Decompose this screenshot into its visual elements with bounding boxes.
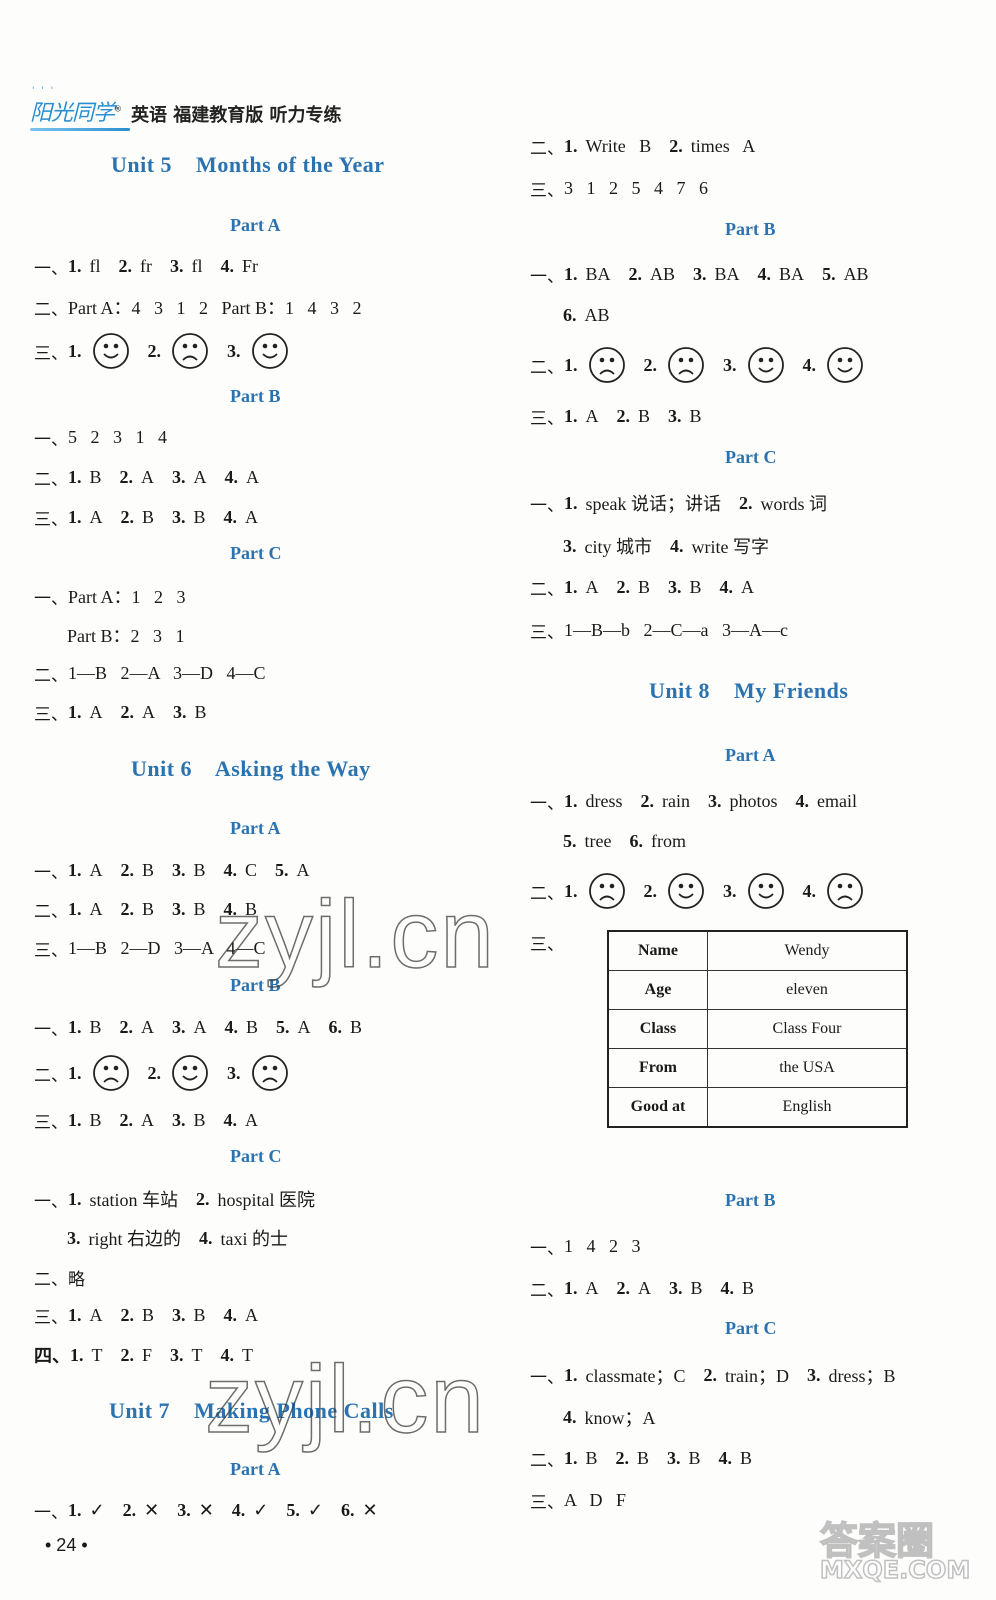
unit7-a-q2: 二、 1. Write B 2. times A — [530, 136, 756, 159]
unit6-a-q1: 一、 1. A 2. B 3. B 4. C 5. A — [34, 860, 310, 883]
happy-face-icon — [667, 872, 705, 910]
unit8-a-q1-line2: 5. tree 6. from — [563, 831, 686, 851]
unit5-b-q2: 二、 1. B 2. A 3. A 4. A — [34, 467, 260, 490]
unit7-b-q3: 三、 1. A 2. B 3. B — [530, 406, 702, 429]
sad-face-icon — [92, 1054, 130, 1092]
unit6-part-a-title: Part A — [230, 818, 281, 838]
unit7-b-q1-line2: 6. AB — [563, 305, 610, 325]
unit8-c-q2: 二、 1. B 2. B 3. B 4. B — [530, 1448, 753, 1471]
happy-face-icon — [747, 346, 785, 384]
unit8-a-q3-label: 三、 — [530, 935, 564, 955]
unit5-part-a-title: Part A — [230, 215, 281, 235]
sun-rays-icon: ' ' ' — [32, 86, 56, 96]
unit8-c-q3: 三、 A D F — [530, 1490, 627, 1513]
unit-7-title: Unit 7 Making Phone Calls — [109, 1398, 394, 1423]
unit-8-title: Unit 8 My Friends — [649, 678, 849, 703]
unit5-b-q3: 三、 1. A 2. B 3. B 4. A — [34, 507, 259, 530]
unit5-c-q3: 三、 1. A 2. A 3. B — [34, 702, 207, 725]
unit6-c-q4: 四、 1. T 2. F 3. T 4. T — [34, 1344, 254, 1368]
unit5-a-q2: 二、 Part A：4 3 1 2 Part B：1 4 3 2 — [34, 298, 362, 320]
unit7-c-q1-line2: 3. city 城市 4. write 写字 — [563, 535, 769, 558]
unit6-b-q2: 二、 1. 2. 3. — [34, 1054, 307, 1092]
unit8-a-q1: 一、 1. dress 2. rain 3. photos 4. email — [530, 791, 857, 814]
unit8-b-q1: 一、 1 4 2 3 — [530, 1236, 641, 1259]
book-title: 英语 福建教育版 听力专练 — [131, 105, 342, 126]
book-header: ' ' ' 阳光同学® 英语 福建教育版 听力专练 — [30, 86, 342, 131]
unit8-b-q2: 二、 1. A 2. A 3. B 4. B — [530, 1278, 755, 1301]
unit7-part-a-title: Part A — [230, 1459, 281, 1479]
unit8-c-q1-line2: 4. know；A — [563, 1406, 656, 1429]
unit8-part-b-title: Part B — [725, 1190, 776, 1210]
unit5-a-q3: 三、 1. 2. 3. — [34, 332, 307, 370]
watermark-corner: 答案圈 — [819, 1518, 935, 1564]
registered-mark-icon: ® — [114, 104, 122, 114]
happy-face-icon — [747, 872, 785, 910]
wave-icon — [30, 128, 130, 131]
unit6-c-q1: 一、 1. station 车站 2. hospital 医院 — [34, 1188, 315, 1212]
unit5-c-q1: 一、 Part A：1 2 3 — [34, 587, 186, 609]
unit8-c-q1: 一、 1. classmate；C 2. train；D 3. dress；B — [530, 1364, 896, 1388]
table-row: Age eleven — [607, 970, 908, 1010]
unit6-c-q2: 二、略 — [34, 1270, 85, 1290]
unit6-part-c-title: Part C — [230, 1146, 282, 1166]
unit5-c-q2: 二、 1—B 2—A 3—D 4—C — [34, 663, 266, 686]
unit5-c-q1-line2: Part B：2 3 1 — [67, 626, 185, 646]
table-row: Class Class Four — [607, 1009, 908, 1049]
unit8-a-q2: 二、 1. 2. 3. 4. — [530, 872, 882, 910]
page-number: • 24 • — [45, 1535, 88, 1555]
unit8-part-a-title: Part A — [725, 745, 776, 765]
unit7-b-q1: 一、 1. BA 2. AB 3. BA 4. BA 5. AB — [530, 264, 869, 287]
answer-key-page: ' ' ' 阳光同学® 英语 福建教育版 听力专练 Unit 5 Months … — [0, 0, 996, 1600]
publisher-logo: ' ' ' 阳光同学® — [30, 86, 130, 131]
unit5-a-q1: 一、 1. fl 2. fr 3. fl 4. Fr — [34, 256, 259, 279]
friend-info-table: Name Wendy Age eleven Class Class Four From… — [607, 930, 908, 1128]
table-row: From the USA — [607, 1048, 908, 1088]
unit7-a-q1: 一、 1. ✓ 2. ✕ 3. ✕ 4. ✓ 5. ✓ 6. ✕ — [34, 1500, 378, 1523]
unit5-part-b-title: Part B — [230, 386, 281, 406]
happy-face-icon — [251, 332, 289, 370]
watermark-corner-url: MXQE.COM — [819, 1555, 971, 1585]
unit6-part-b-title: Part B — [230, 975, 281, 995]
unit6-c-q1-line2: 3. right 右边的 4. taxi 的士 — [67, 1227, 288, 1250]
sad-face-icon — [588, 346, 626, 384]
table-row: Good at English — [607, 1087, 908, 1128]
unit7-part-b-title: Part B — [725, 219, 776, 239]
happy-face-icon — [826, 346, 864, 384]
table-row: Name Wendy — [607, 930, 908, 971]
unit7-c-q2: 二、 1. A 2. B 3. B 4. A — [530, 577, 755, 600]
unit7-b-q2: 二、 1. 2. 3. 4. — [530, 346, 882, 384]
unit6-a-q2: 二、 1. A 2. B 3. B 4. B — [34, 899, 258, 922]
unit7-c-q1: 一、 1. speak 说话；讲话 2. words 词 — [530, 492, 827, 516]
sad-face-icon — [251, 1054, 289, 1092]
unit7-c-q3: 三、 1—B—b 2—C—a 3—A—c — [530, 620, 788, 643]
unit6-b-q1: 一、 1. B 2. A 3. A 4. B 5. A 6. B — [34, 1017, 363, 1040]
happy-face-icon — [92, 332, 130, 370]
unit8-part-c-title: Part C — [725, 1318, 777, 1338]
sad-face-icon — [171, 332, 209, 370]
unit-5-title: Unit 5 Months of the Year — [111, 152, 385, 177]
unit6-b-q3: 三、 1. B 2. A 3. B 4. A — [34, 1110, 259, 1133]
unit5-part-c-title: Part C — [230, 543, 282, 563]
logo-text: 阳光同学 — [30, 101, 115, 126]
happy-face-icon — [171, 1054, 209, 1092]
unit6-c-q3: 三、 1. A 2. B 3. B 4. A — [34, 1305, 259, 1328]
unit7-part-c-title: Part C — [725, 447, 777, 467]
unit7-a-q3: 三、 3 1 2 5 4 7 6 — [530, 178, 708, 201]
sad-face-icon — [588, 872, 626, 910]
unit6-a-q3: 三、 1—B 2—D 3—A 4—C — [34, 938, 266, 961]
sad-face-icon — [826, 872, 864, 910]
sad-face-icon — [667, 346, 705, 384]
unit-6-title: Unit 6 Asking the Way — [131, 756, 371, 781]
unit5-b-q1: 一、 5 2 3 1 4 — [34, 427, 167, 450]
